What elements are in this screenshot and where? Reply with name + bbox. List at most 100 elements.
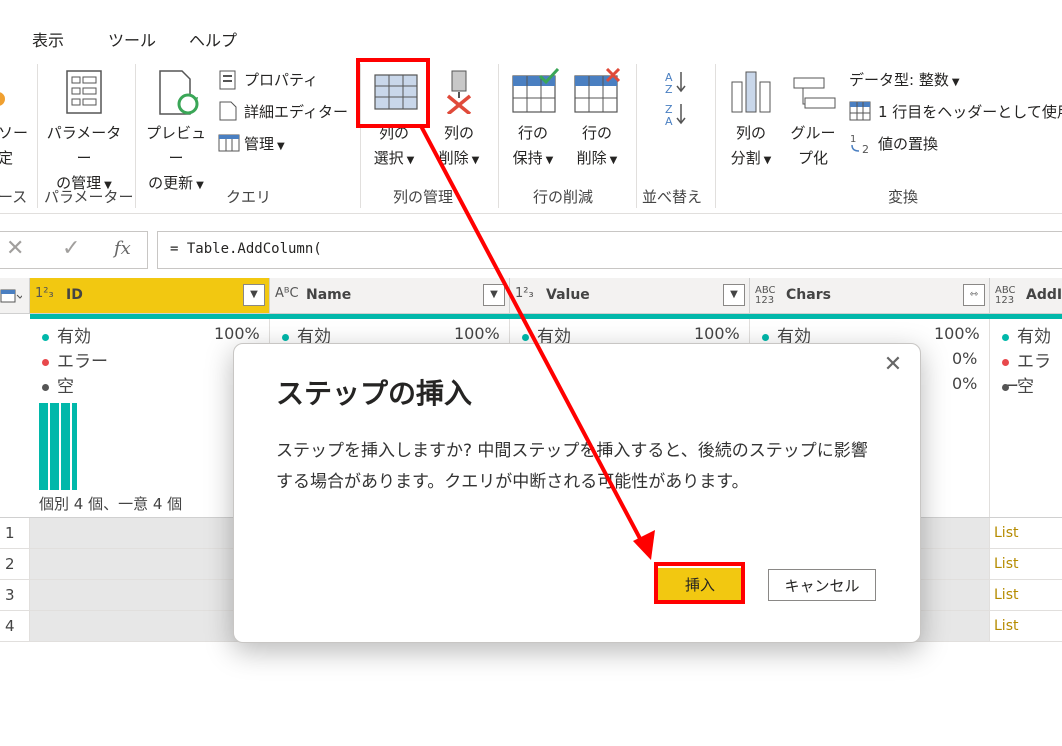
use-first-row-as-headers-button[interactable]: 1 行目をヘッダーとして使用 [878, 101, 1062, 122]
distribution-bar[interactable] [61, 403, 70, 490]
column-name: Chars [786, 287, 831, 303]
column-name: Value [546, 287, 590, 303]
data-type-dropdown[interactable]: データ型: 整数 ▼ [849, 69, 960, 90]
profile-valid-pct: 100% [934, 324, 980, 343]
row-number[interactable]: 1 [0, 518, 30, 549]
refresh-preview-button[interactable]: プレビュー の更新 ▼ [142, 121, 210, 198]
table-icon [0, 289, 22, 303]
expand-column-icon[interactable]: ⇿ [963, 284, 985, 306]
properties-icon [219, 70, 236, 90]
sort-descending-icon: Z A [665, 103, 686, 126]
distribution-bar[interactable] [50, 403, 59, 490]
menu-help[interactable]: ヘルプ [189, 27, 237, 51]
group-title-data-source: ース [0, 188, 28, 206]
profile-empty: 空 [1002, 372, 1034, 397]
list-link[interactable]: List [990, 611, 1062, 642]
type-text-icon[interactable]: AᴮC [275, 286, 299, 301]
close-icon[interactable]: ✕ [880, 352, 906, 378]
fx-icon[interactable]: fx [114, 238, 131, 259]
advanced-editor-button[interactable]: 詳細エディター [244, 101, 348, 122]
type-any-icon[interactable]: ABC 123 [755, 286, 779, 306]
column-header-value[interactable]: 1²₃ Value ▼ [510, 278, 750, 314]
ribbon-separator [135, 64, 136, 208]
svg-text:1: 1 [850, 134, 856, 145]
remove-rows-button[interactable]: 行の 削除 ▼ [570, 121, 624, 173]
formula-buttons: ✕ ✓ fx [0, 231, 148, 269]
formula-input[interactable]: = Table.AddColumn( [157, 231, 1062, 269]
column-header-added[interactable]: ABC 123 AddI [990, 278, 1062, 314]
row-number[interactable]: 2 [0, 549, 30, 580]
annotation-highlight-choose-columns [356, 58, 430, 128]
commit-formula-icon[interactable]: ✓ [62, 236, 80, 261]
column-name: Name [306, 287, 352, 303]
group-title-sort: 並べ替え [642, 188, 703, 206]
column-name: ID [66, 287, 83, 303]
manage-button[interactable]: 管理 ▼ [244, 133, 285, 154]
table-menu-button[interactable] [0, 278, 30, 314]
profile-valid: 有効 [42, 322, 91, 347]
keep-rows-icon [512, 68, 560, 113]
group-title-parameters: パラメーター [44, 188, 134, 206]
choose-columns-button[interactable]: 列の 選択 ▼ [362, 121, 426, 173]
menu-tools[interactable]: ツール [108, 27, 156, 51]
ribbon-separator [498, 64, 499, 208]
list-link[interactable]: List [990, 580, 1062, 611]
refresh-preview-icon [159, 70, 199, 115]
remove-rows-icon [574, 68, 621, 113]
profile-error-pct: 0% [952, 349, 978, 368]
dialog-title: ステップの挿入 [276, 377, 473, 410]
keep-rows-button[interactable]: 行の 保持 ▼ [506, 121, 560, 173]
advanced-editor-icon [219, 101, 237, 121]
profile-empty-pct: 0% [952, 374, 978, 393]
row-number[interactable]: 4 [0, 611, 30, 642]
group-by-button[interactable]: グルー プ化 [790, 121, 836, 171]
filter-dropdown-icon[interactable]: ▼ [243, 284, 265, 306]
type-any-icon[interactable]: ABC 123 [995, 286, 1019, 306]
column-header-id[interactable]: 1²₃ ID ▼ [30, 278, 270, 314]
split-column-icon [731, 71, 771, 113]
replace-values-button[interactable]: 値の置換 [878, 133, 938, 154]
data-source-settings-button[interactable]: ソー 定 [0, 121, 28, 171]
remove-columns-button[interactable]: 列の 削除 ▼ [430, 121, 488, 173]
menu-bar: 表示 ツール ヘルプ [0, 0, 1062, 58]
cancel-formula-icon[interactable]: ✕ [6, 236, 24, 261]
properties-button[interactable]: プロパティ [244, 69, 318, 90]
filter-dropdown-icon[interactable]: ▼ [483, 284, 505, 306]
cancel-button[interactable]: キャンセル [768, 569, 876, 601]
split-column-button[interactable]: 列の 分割 ▼ [722, 121, 780, 173]
remove-columns-icon [446, 70, 472, 114]
ribbon: ソー 定 ース パラメーター の管理 ▼ パラメーター プレビュー の更新 ▼ プロ… [0, 58, 1062, 214]
distinct-count: 個別 4 個、一意 4 個 [39, 495, 183, 513]
column-header-name[interactable]: AᴮC Name ▼ [270, 278, 510, 314]
replace-values-icon: 1 2 [850, 134, 869, 155]
svg-text:A: A [665, 115, 673, 126]
type-whole-number-icon[interactable]: 1²₃ [515, 286, 534, 301]
row-number[interactable]: 3 [0, 580, 30, 611]
formula-bar: ✕ ✓ fx = Table.AddColumn( [0, 214, 1062, 278]
profile-valid-pct: 100% [454, 324, 500, 343]
distribution-bar[interactable] [72, 403, 77, 490]
profile-valid-pct: 100% [694, 324, 740, 343]
dialog-message: ステップを挿入しますか? 中間ステップを挿入すると、後続のステップに影響する場合… [276, 441, 868, 492]
type-whole-number-icon[interactable]: 1²₃ [35, 286, 54, 301]
group-by-icon [793, 77, 836, 109]
filter-dropdown-icon[interactable]: ▼ [723, 284, 745, 306]
svg-text:Z: Z [665, 83, 673, 94]
manage-icon [218, 134, 240, 152]
list-link[interactable]: List [990, 549, 1062, 580]
parameters-icon [66, 70, 102, 114]
profile-valid-pct: 100% [214, 324, 260, 343]
column-header-chars[interactable]: ABC 123 Chars ⇿ [750, 278, 990, 314]
group-title-query: クエリ [226, 188, 272, 206]
distribution-bar[interactable] [39, 403, 48, 490]
column-name: AddI [1026, 287, 1062, 303]
list-link[interactable]: List [990, 518, 1062, 549]
insert-step-dialog: ステップの挿入 ✕ ステップを挿入しますか? 中間ステップを挿入すると、後続のス… [233, 343, 921, 643]
profile-empty: 空 [42, 372, 74, 397]
profile-error: エラー [42, 347, 108, 372]
ribbon-separator [636, 64, 637, 208]
menu-view[interactable]: 表示 [32, 27, 64, 51]
group-title-transform: 変換 [888, 188, 919, 206]
sort-ascending-icon: A Z [665, 71, 686, 94]
group-title-reduce-rows: 行の削減 [533, 188, 594, 206]
